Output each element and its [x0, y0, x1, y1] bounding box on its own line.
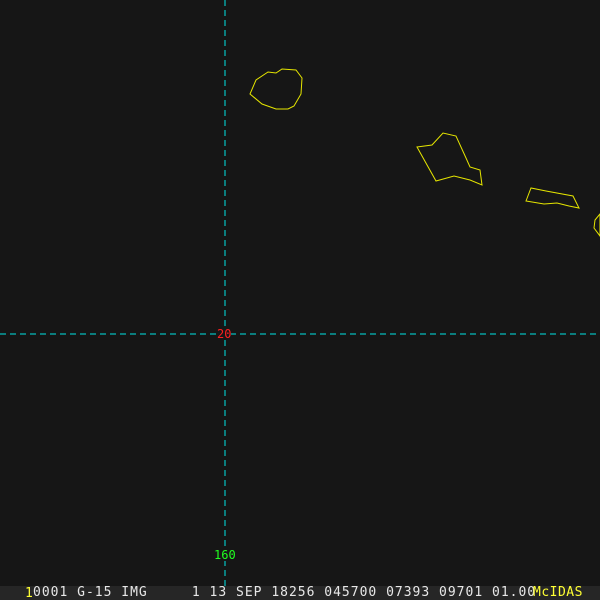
status-bar: 1 0001 G-15 IMG 1 13 SEP 18256 045700 073… — [0, 586, 600, 600]
map-overlay — [0, 0, 600, 586]
longitude-label: 160 — [214, 548, 236, 562]
latitude-label: 20 — [217, 327, 232, 341]
island-oahu-outline — [416, 132, 483, 186]
mcidas-brand: McIDAS — [533, 585, 583, 600]
island-molokai-outline — [525, 187, 580, 209]
frame-number: 1 — [25, 586, 33, 600]
satellite-image-frame[interactable]: 20 160 1 0001 G-15 IMG 1 13 SEP 18256 045… — [0, 0, 600, 600]
island-kauai-outline — [249, 68, 303, 110]
island-maui-outline — [593, 213, 600, 237]
image-info: 0001 G-15 IMG 1 13 SEP 18256 045700 0739… — [33, 585, 537, 600]
